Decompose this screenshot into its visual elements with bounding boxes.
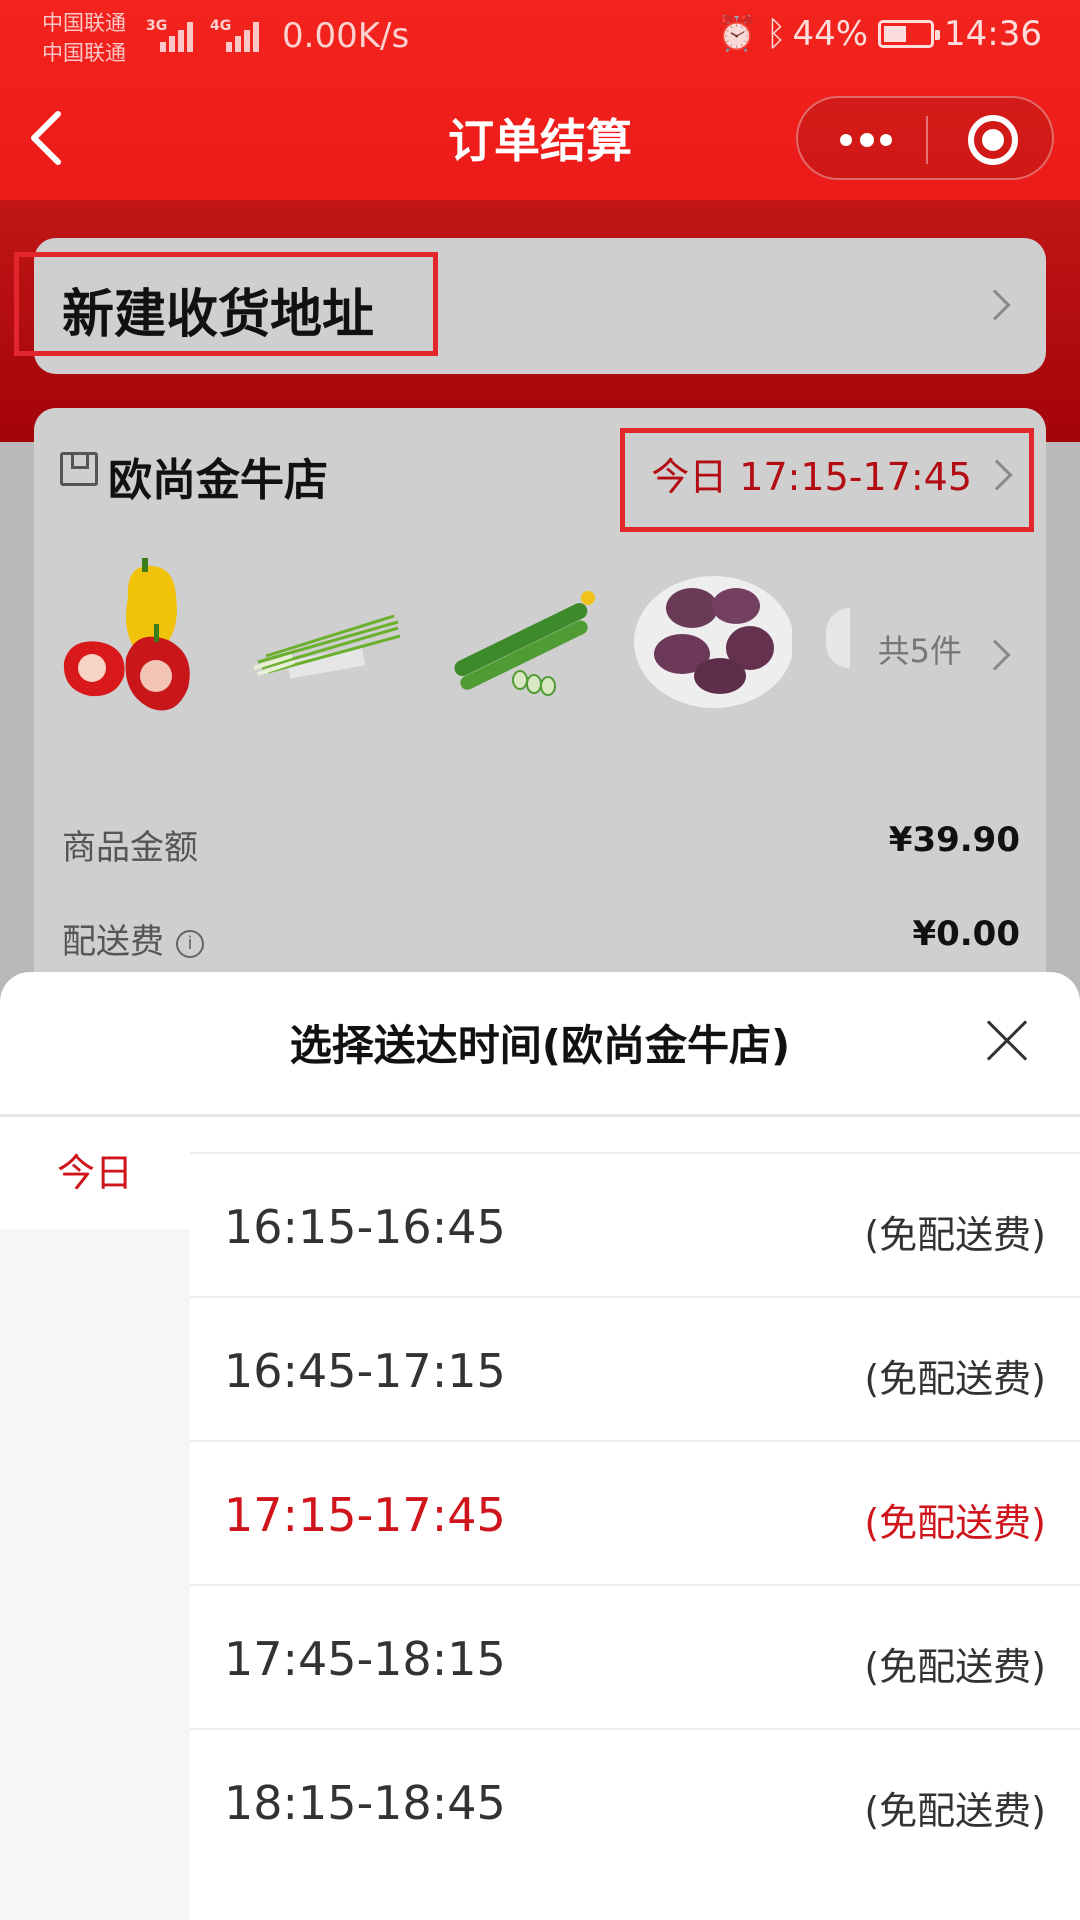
slot-fee: (免配送费) bbox=[864, 1357, 1046, 1401]
battery-icon bbox=[878, 20, 941, 48]
slot-time: 17:15-17:45 bbox=[224, 1488, 506, 1542]
store-icon bbox=[60, 452, 98, 486]
time-slot[interactable]: 16:45-17:15 (免配送费) bbox=[190, 1296, 1080, 1440]
highlight-box-address bbox=[14, 252, 438, 356]
carrier-labels: 中国联通 中国联通 bbox=[42, 8, 126, 68]
status-right: ⏰ ᛒ 44% 14:36 bbox=[716, 14, 1042, 54]
bell-pepper-image bbox=[63, 558, 190, 711]
slot-time: 16:15-16:45 bbox=[224, 1200, 506, 1254]
highlight-box-delivery-time bbox=[620, 428, 1034, 532]
chevron-right-icon bbox=[979, 289, 1011, 321]
capsule-divider bbox=[926, 116, 928, 164]
purple-sweet-potato-image bbox=[634, 576, 792, 708]
delivery-time-sheet: 选择送达时间(欧尚金牛店) 今日 16:15-16:45 (免配送费) 16:4… bbox=[0, 972, 1080, 1920]
clock: 14:36 bbox=[944, 14, 1042, 54]
info-icon[interactable]: i bbox=[176, 929, 204, 958]
more-menu-icon[interactable] bbox=[838, 130, 894, 150]
chives-image bbox=[253, 614, 401, 679]
subtotal-value: ¥39.90 bbox=[888, 820, 1020, 860]
slot-fee: (免配送费) bbox=[864, 1789, 1046, 1833]
slot-time: 18:15-18:45 bbox=[224, 1776, 506, 1830]
slot-fee: (免配送费) bbox=[864, 1645, 1046, 1689]
sheet-title: 选择送达时间(欧尚金牛店) bbox=[289, 1021, 791, 1070]
chevron-right-icon bbox=[979, 639, 1011, 671]
total-items-count[interactable]: 共5件 bbox=[878, 626, 962, 672]
close-icon[interactable] bbox=[984, 1018, 1030, 1064]
alarm-icon: ⏰ bbox=[715, 14, 759, 54]
time-slot-list: 16:15-16:45 (免配送费) 16:45-17:15 (免配送费) 17… bbox=[190, 1152, 1080, 1872]
time-slot[interactable]: 17:45-18:15 (免配送费) bbox=[190, 1584, 1080, 1728]
cucumber-image bbox=[454, 591, 595, 696]
carrier-1: 中国联通 bbox=[42, 11, 126, 35]
close-mini-program-icon[interactable] bbox=[968, 115, 1018, 165]
signal-4g-icon bbox=[226, 18, 266, 52]
day-tab-today[interactable]: 今日 bbox=[0, 1117, 190, 1229]
network-speed: 0.00K/s bbox=[282, 16, 410, 56]
delivery-fee-row: 配送费 i bbox=[62, 914, 204, 963]
slot-fee: (免配送费) bbox=[864, 1213, 1046, 1257]
time-slot[interactable]: 18:15-18:45 (免配送费) bbox=[190, 1728, 1080, 1872]
store-name: 欧尚金牛店 bbox=[108, 455, 328, 506]
delivery-fee-value: ¥0.00 bbox=[912, 914, 1020, 954]
product-thumbnails[interactable] bbox=[56, 558, 876, 718]
slot-time: 17:45-18:15 bbox=[224, 1632, 506, 1686]
mini-program-capsule bbox=[796, 96, 1054, 180]
subtotal-label: 商品金额 bbox=[62, 828, 198, 868]
time-slot-selected[interactable]: 17:15-17:45 (免配送费) bbox=[190, 1440, 1080, 1584]
more-thumbnails-peek bbox=[826, 608, 850, 668]
day-list: 今日 bbox=[0, 1117, 190, 1920]
time-slot[interactable]: 16:15-16:45 (免配送费) bbox=[190, 1152, 1080, 1296]
signal-3g-icon bbox=[160, 18, 200, 52]
status-bar: 中国联通 中国联通 3G 4G 0.00K/s ⏰ ᛒ 44% 14:36 bbox=[0, 0, 1080, 74]
delivery-fee-label: 配送费 bbox=[62, 922, 164, 962]
slot-time: 16:45-17:15 bbox=[224, 1344, 506, 1398]
bluetooth-icon: ᛒ bbox=[766, 14, 787, 54]
carrier-2: 中国联通 bbox=[42, 41, 126, 65]
battery-percent: 44% bbox=[792, 14, 869, 54]
slot-fee: (免配送费) bbox=[864, 1501, 1046, 1545]
